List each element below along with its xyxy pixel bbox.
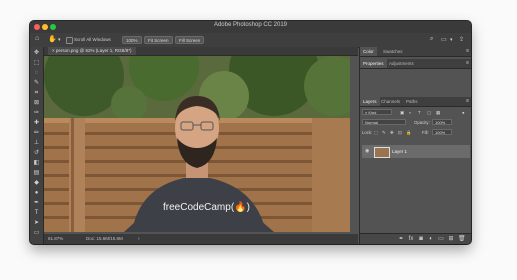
- layer-thumbnail: [374, 147, 390, 158]
- window-title: Adobe Photoshop CC 2019: [213, 22, 288, 28]
- panel-menu-icon[interactable]: ≡: [466, 59, 469, 68]
- tab-adjustments[interactable]: Adjustments: [386, 59, 417, 68]
- lock-position-icon[interactable]: ✥: [390, 129, 394, 136]
- eraser-tool-icon[interactable]: ◧: [33, 160, 40, 167]
- filter-pixel-icon[interactable]: ▣: [400, 109, 404, 116]
- dodge-tool-icon[interactable]: ●: [33, 190, 40, 197]
- fill-screen-button[interactable]: Fill Screen: [175, 36, 205, 44]
- shape-tool-icon[interactable]: ▭: [33, 230, 40, 237]
- blend-row: Normal Opacity: 100%: [362, 119, 470, 126]
- photoshop-window: Adobe Photoshop CC 2019 ⌂ ✋ ▾ Scroll All…: [30, 21, 471, 244]
- healing-brush-tool-icon[interactable]: ✚: [33, 120, 40, 127]
- type-tool-icon[interactable]: T: [33, 210, 40, 217]
- quick-select-tool-icon[interactable]: ✎: [33, 80, 40, 87]
- frame-tool-icon[interactable]: ⊠: [33, 100, 40, 107]
- workspace-chevron-down-icon[interactable]: ▾: [450, 37, 453, 43]
- filter-toggle-icon[interactable]: ●: [462, 109, 465, 116]
- new-layer-icon[interactable]: ⊞: [448, 236, 454, 242]
- trash-icon[interactable]: 🗑: [458, 236, 466, 242]
- panel-menu-icon[interactable]: ≡: [466, 97, 469, 106]
- layers-footer: ⚭ fx ◙ ◐ ▭ ⊞ 🗑: [360, 233, 471, 244]
- layer-style-icon[interactable]: fx: [408, 236, 414, 242]
- blend-mode-select[interactable]: Normal: [362, 119, 406, 125]
- panel-menu-icon[interactable]: ≡: [466, 47, 469, 56]
- marquee-tool-icon[interactable]: ⬚: [33, 60, 40, 67]
- filter-type-icon[interactable]: T: [418, 109, 421, 116]
- options-bar: ⌂ ✋ ▾ Scroll All Windows 100% Fit Screen…: [30, 33, 471, 48]
- filter-smart-object-icon[interactable]: ▦: [436, 109, 440, 116]
- brush-tool-icon[interactable]: ✏: [33, 130, 40, 137]
- layer-mask-icon[interactable]: ◙: [418, 236, 424, 242]
- fill-label: Fill:: [422, 130, 429, 135]
- document-tab-bar: × person.png @ 62% (Layer 1, RGB/8*): [44, 47, 358, 56]
- tab-swatches[interactable]: Swatches: [380, 47, 406, 56]
- tab-layers[interactable]: Layers: [360, 97, 380, 106]
- clone-stamp-tool-icon[interactable]: ⊥: [33, 140, 40, 147]
- lasso-tool-icon[interactable]: ◌: [33, 70, 40, 77]
- layer-name[interactable]: Layer 1: [392, 145, 407, 158]
- tool-preset-chevron-down-icon[interactable]: ▾: [58, 37, 61, 43]
- tab-paths[interactable]: Paths: [403, 97, 421, 106]
- zoom-100-button[interactable]: 100%: [122, 36, 142, 44]
- tab-properties[interactable]: Properties: [360, 59, 387, 68]
- fill-field[interactable]: 100%: [432, 129, 452, 135]
- pen-tool-icon[interactable]: ✒: [33, 200, 40, 207]
- lock-artboard-icon[interactable]: ⊡: [398, 129, 402, 136]
- adjustment-layer-icon[interactable]: ◐: [428, 236, 434, 242]
- scroll-all-checkbox[interactable]: [66, 37, 73, 44]
- link-layers-icon[interactable]: ⚭: [398, 236, 404, 242]
- lock-transparent-icon[interactable]: ⬚: [374, 129, 378, 136]
- search-icon[interactable]: ⌕: [430, 36, 433, 43]
- document-tab[interactable]: × person.png @ 62% (Layer 1, RGB/8*): [48, 47, 136, 55]
- layer-kind-select[interactable]: ⌕ Kind: [362, 109, 392, 115]
- document-canvas[interactable]: freeCodeCamp(🔥): [44, 56, 350, 232]
- color-panel-tabs: Color Swatches ≡: [360, 47, 471, 57]
- home-icon[interactable]: ⌂: [35, 35, 39, 42]
- layer-kind-value: Kind: [368, 110, 377, 115]
- fit-screen-button[interactable]: Fit Screen: [144, 36, 173, 44]
- tshirt-logo-text: freeCodeCamp(🔥): [163, 200, 250, 213]
- layers-panel-tabs: Layers Channels Paths ≡: [360, 97, 471, 107]
- lock-row: Lock: ⬚ ✎ ✥ ⊡ 🔒 Fill: 100%: [362, 129, 470, 136]
- lock-image-icon[interactable]: ✎: [382, 129, 386, 136]
- status-bar: 61.87% Doc: 15.6M/15.6M ›: [44, 234, 358, 244]
- layer-row[interactable]: ◉ Layer 1: [362, 145, 470, 158]
- tab-color[interactable]: Color: [360, 47, 377, 56]
- filter-adjustment-icon[interactable]: ◐: [409, 109, 412, 116]
- visibility-eye-icon[interactable]: ◉: [365, 148, 369, 154]
- lock-label: Lock:: [362, 130, 373, 135]
- lock-all-icon[interactable]: 🔒: [406, 129, 411, 136]
- eyedropper-tool-icon[interactable]: ✑: [33, 110, 40, 117]
- right-panels: Color Swatches ≡ Properties Adjustments …: [359, 47, 471, 244]
- move-tool-icon[interactable]: ✥: [33, 50, 40, 57]
- gradient-tool-icon[interactable]: ▤: [33, 170, 40, 177]
- filter-shape-icon[interactable]: ▢: [427, 109, 431, 116]
- search-icon: ⌕: [365, 110, 368, 115]
- path-select-tool-icon[interactable]: ➤: [33, 220, 40, 227]
- blur-tool-icon[interactable]: ◆: [33, 180, 40, 187]
- history-brush-tool-icon[interactable]: ↺: [33, 150, 40, 157]
- document-tab-title: person.png @ 62% (Layer 1, RGB/8*): [55, 48, 132, 53]
- scroll-all-label: Scroll All Windows: [74, 37, 111, 42]
- status-chevron-right-icon[interactable]: ›: [138, 234, 140, 244]
- crop-tool-icon[interactable]: ⌗: [33, 90, 40, 97]
- tab-channels[interactable]: Channels: [378, 97, 403, 106]
- group-folder-icon[interactable]: ▭: [438, 236, 444, 242]
- opacity-label: Opacity:: [414, 120, 430, 125]
- workspace-icon[interactable]: ▭: [441, 36, 447, 43]
- opacity-field[interactable]: 100%: [432, 119, 452, 125]
- photo: freeCodeCamp(🔥): [44, 56, 350, 232]
- share-icon[interactable]: ⇪: [459, 36, 464, 43]
- properties-panel-tabs: Properties Adjustments ≡: [360, 59, 471, 69]
- hand-tool-icon[interactable]: ✋: [48, 35, 57, 43]
- status-doc-size: Doc: 15.6M/15.6M: [86, 236, 123, 241]
- toolbox: ✥ ⬚ ◌ ✎ ⌗ ⊠ ✑ ✚ ✏ ⊥ ↺ ◧ ▤ ◆ ● ✒ T ➤ ▭: [30, 47, 44, 244]
- status-zoom[interactable]: 61.87%: [48, 234, 63, 244]
- layer-filter-row: ⌕ Kind ▣ ◐ T ▢ ▦ ●: [362, 109, 470, 116]
